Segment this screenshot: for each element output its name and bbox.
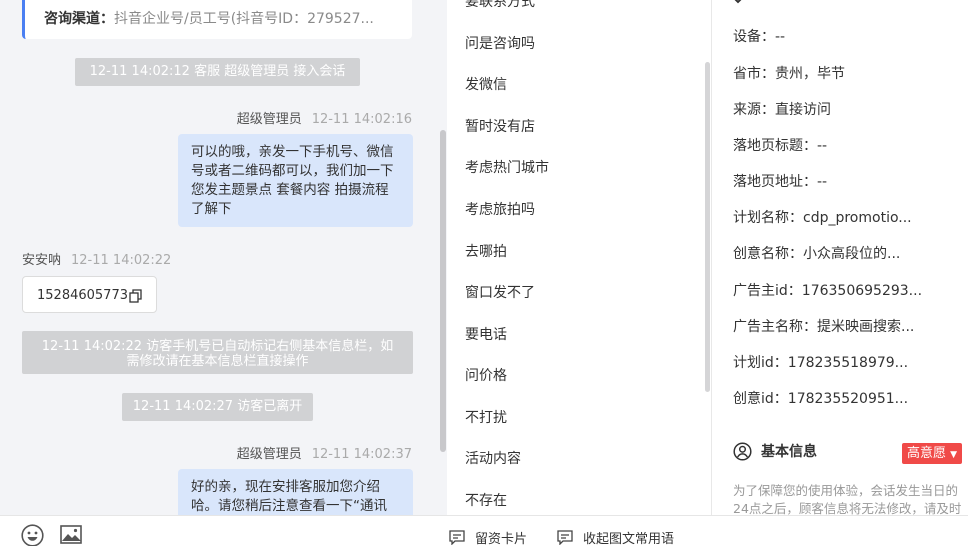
info-value: 贵州，毕节 bbox=[775, 66, 845, 82]
info-row-advertiser-id: 广告主id：176350695293... bbox=[733, 280, 965, 300]
quick-reply-list: 要联系方式 问是咨询吗 发微信 暂时没有店 考虑热门城市 考虑旅拍吗 去哪拍 窗… bbox=[447, 0, 710, 515]
info-label: 创意id： bbox=[733, 391, 788, 407]
basic-info-label: 基本信息 bbox=[761, 444, 817, 460]
info-label: 来源： bbox=[733, 102, 775, 118]
info-label: 落地页标题： bbox=[733, 138, 817, 154]
user-circle-icon bbox=[733, 441, 752, 461]
card-icon bbox=[449, 530, 465, 545]
info-row-creative-name: 创意名称：小众高段位的... bbox=[733, 243, 965, 263]
info-row-advertiser-name: 广告主名称：提米映画搜索... bbox=[733, 316, 965, 336]
message-icon bbox=[557, 530, 573, 545]
chat-pane: 咨询渠道：抖音企业号/员工号(抖音号ID：279527... 12-11 14:… bbox=[0, 0, 447, 546]
quick-reply-item[interactable]: 要联系方式 bbox=[465, 0, 535, 11]
visitor-message-bubble[interactable]: 15284605773 bbox=[22, 276, 157, 313]
quick-reply-item[interactable]: 考虑旅拍吗 bbox=[465, 199, 535, 219]
emoji-icon[interactable] bbox=[21, 524, 44, 546]
edit-notice: 为了保障您的使用体验，会话发生当日的24点之后，顾客信息将无法修改，请及时填写 bbox=[733, 483, 962, 515]
lead-card-button[interactable]: 留资卡片 bbox=[449, 528, 527, 546]
copy-icon[interactable] bbox=[129, 288, 142, 303]
info-value: 178235518979... bbox=[787, 355, 909, 371]
info-row-plan-id: 计划id：178235518979... bbox=[733, 352, 965, 372]
info-value: 176350695293... bbox=[801, 283, 923, 299]
channel-value: 抖音企业号/员工号(抖音号ID：279527... bbox=[114, 11, 374, 27]
intent-badge-label: 高意愿 bbox=[907, 446, 947, 461]
info-value: 178235520951... bbox=[787, 391, 909, 407]
sender-name: 安安呐 bbox=[22, 253, 62, 268]
info-label: 设备： bbox=[733, 29, 775, 45]
quick-reply-item[interactable]: 问是咨询吗 bbox=[465, 33, 535, 53]
collapse-phrases-button[interactable]: 收起图文常用语 bbox=[557, 528, 674, 546]
info-label: 省市： bbox=[733, 66, 775, 82]
message-meta: 超级管理员 12-11 14:02:16 bbox=[237, 108, 412, 127]
sender-name: 超级管理员 bbox=[236, 447, 302, 462]
channel-label: 咨询渠道： bbox=[44, 11, 114, 27]
quick-reply-item[interactable]: 问价格 bbox=[465, 365, 507, 385]
info-row-plan-name: 计划名称：cdp_promotio... bbox=[733, 207, 965, 227]
info-row-device: 设备：-- bbox=[733, 26, 965, 46]
system-message: 12-11 14:02:12 客服 超级管理员 接入会话 bbox=[75, 58, 360, 86]
system-message: 12-11 14:02:22 访客手机号已自动标记右侧基本信息栏，如需修改请在基… bbox=[22, 331, 413, 374]
info-label: 创意名称： bbox=[733, 246, 803, 262]
info-row-source: 来源：直接访问 bbox=[733, 99, 965, 119]
info-value: -- bbox=[817, 138, 828, 154]
info-row-landing-title: 落地页标题：-- bbox=[733, 135, 965, 155]
message-meta: 安安呐 12-11 14:02:22 bbox=[22, 249, 171, 268]
visitor-info-pane: 设备：-- 省市：贵州，毕节 来源：直接访问 落地页标题：-- 落地页地址：--… bbox=[711, 0, 968, 515]
message-time: 12-11 14:02:22 bbox=[71, 253, 172, 268]
info-label: 计划名称： bbox=[733, 210, 803, 226]
info-row-region: 省市：贵州，毕节 bbox=[733, 63, 965, 83]
basic-info-title: 基本信息 bbox=[733, 441, 817, 461]
message-meta: 超级管理员 12-11 14:02:37 bbox=[237, 443, 412, 462]
info-value: 直接访问 bbox=[775, 102, 831, 118]
system-message: 12-11 14:02:27 访客已离开 bbox=[122, 393, 313, 421]
quick-reply-item[interactable]: 窗口发不了 bbox=[465, 282, 535, 302]
info-value: 小众高段位的... bbox=[803, 246, 901, 262]
message-time: 12-11 14:02:16 bbox=[311, 112, 412, 127]
quick-reply-item[interactable]: 不存在 bbox=[465, 490, 507, 510]
intent-badge-dropdown[interactable]: 高意愿 ▼ bbox=[902, 443, 963, 464]
quick-reply-item[interactable]: 考虑热门城市 bbox=[465, 157, 549, 177]
lead-card-label: 留资卡片 bbox=[475, 532, 528, 546]
chat-scrollbar[interactable] bbox=[440, 130, 446, 452]
info-row-creative-id: 创意id：178235520951... bbox=[733, 388, 965, 408]
info-value: -- bbox=[775, 29, 786, 45]
chevron-icon[interactable] bbox=[732, 0, 744, 4]
info-label: 落地页地址： bbox=[733, 174, 817, 190]
info-row-landing-url: 落地页地址：-- bbox=[733, 171, 965, 191]
info-value: 提米映画搜索... bbox=[817, 319, 915, 335]
info-label: 广告主名称： bbox=[733, 319, 817, 335]
quick-reply-item[interactable]: 暂时没有店 bbox=[465, 116, 535, 136]
quick-reply-item[interactable]: 去哪拍 bbox=[465, 241, 507, 261]
channel-info-card: 咨询渠道：抖音企业号/员工号(抖音号ID：279527... bbox=[22, 0, 412, 39]
info-label: 广告主id： bbox=[733, 283, 802, 299]
agent-message-bubble: 可以的哦，亲发一下手机号、微信号或者二维码都可以，我们加一下您发主题景点 套餐内… bbox=[178, 134, 413, 227]
message-time: 12-11 14:02:37 bbox=[311, 447, 412, 462]
collapse-phrases-label: 收起图文常用语 bbox=[583, 532, 675, 546]
caret-down-icon: ▼ bbox=[950, 450, 958, 460]
info-value: -- bbox=[817, 174, 828, 190]
info-value: cdp_promotio... bbox=[803, 210, 912, 226]
info-label: 计划id： bbox=[733, 355, 788, 371]
quick-reply-item[interactable]: 不打扰 bbox=[465, 407, 507, 427]
quick-reply-scrollbar[interactable] bbox=[705, 62, 710, 392]
quick-reply-item[interactable]: 要电话 bbox=[465, 324, 507, 344]
image-icon[interactable] bbox=[60, 525, 82, 544]
sender-name: 超级管理员 bbox=[236, 112, 302, 127]
quick-reply-item[interactable]: 活动内容 bbox=[465, 448, 521, 468]
quick-reply-item[interactable]: 发微信 bbox=[465, 74, 507, 94]
phone-number-text: 15284605773 bbox=[37, 288, 128, 303]
